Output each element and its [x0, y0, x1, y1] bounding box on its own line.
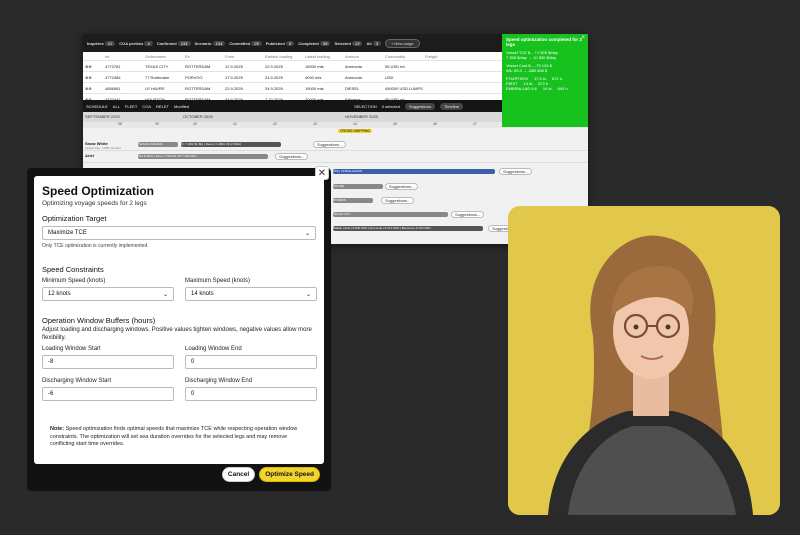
suggestions-button[interactable]: Suggestions... — [313, 141, 347, 148]
suggestions-button[interactable]: Suggestions... — [275, 153, 309, 160]
cross-shipping-tag[interactable]: CROSS SHIPPING — [338, 129, 373, 133]
optimization-target-select[interactable]: Maximize TCE ⌄ — [42, 226, 316, 240]
target-hint: Only TCE optimization is currently imple… — [42, 243, 149, 249]
min-speed-select[interactable]: 12 knots ⌄ — [42, 287, 174, 301]
chevron-down-icon: ⌄ — [162, 291, 168, 298]
dialog-title: Speed Optimization — [42, 184, 155, 198]
table-row[interactable]: ⊗⊗ 4772781 TEXAS CITY ROTTERDAM 12.9.2025 22… — [83, 61, 503, 72]
suggestions-button[interactable]: Suggestions... — [499, 168, 533, 175]
note-text: Note: Speed optimization finds optimal s… — [50, 426, 298, 447]
cancel-button[interactable]: Cancel — [221, 467, 256, 482]
table-header: Int Ordercases Ex From Earliest loading … — [83, 52, 503, 61]
portrait-photo — [508, 206, 780, 515]
voyage-bar[interactable]: TEXAS | DAKARA — [138, 142, 178, 147]
filter-confirmed[interactable]: Confirmed 234 — [157, 40, 191, 46]
chevron-down-icon: ⌄ — [304, 230, 310, 237]
table-row[interactable]: ⊗⊗ 4856961 LE HAVRE ROTTERDAM 22.9.2025 24.9… — [83, 83, 503, 94]
suggestions-dropdown[interactable]: Suggestions — [404, 102, 435, 110]
schedule-filter-modified[interactable]: Modified — [174, 104, 189, 109]
schedule-label: SCHEDULE — [86, 103, 108, 109]
voyage-bar[interactable]: ZTE | 10 BAILLADOS — [333, 169, 495, 174]
discharging-start-input[interactable]: -6 — [42, 387, 174, 401]
vessel-row: Ariel 164 $ (8bo) | Demo | TEXAS CITY 00… — [83, 152, 588, 163]
speed-optimization-dialog: Speed Optimization Optimizing voyage spe… — [34, 176, 324, 482]
max-speed-label: Maximum Speed (knots) — [185, 278, 251, 284]
schedule-filter-relet[interactable]: RELET — [156, 104, 169, 109]
buffers-description: Adjust loading and discharging windows. … — [42, 327, 312, 341]
schedule-filter-all[interactable]: ALL — [113, 104, 120, 109]
toast-title: Speed optimization completed for 2 legs — [506, 37, 583, 47]
loading-end-input[interactable]: 0 — [185, 355, 317, 369]
dialog-subtitle: Optimizing voyage speeds for 2 legs — [42, 200, 147, 207]
new-cargo-button[interactable]: + New cargo — [384, 38, 420, 48]
filter-inquiries[interactable]: Inquiries 12 — [87, 40, 116, 46]
max-speed-select[interactable]: 14 knots ⌄ — [185, 287, 317, 301]
voyage-bar[interactable]: 1 | 7 (201 $) (8L) | Demo | 1,000 | 23 (… — [181, 142, 281, 147]
discharging-end-input[interactable]: 0 — [185, 387, 317, 401]
voyage-bar[interactable]: TEXAS CITY — [333, 212, 448, 217]
suggestions-button[interactable]: Suggestions... — [451, 211, 485, 218]
voyage-bar[interactable]: Ballast | Acid | 8 000 NSU | Ammonia | 8… — [333, 226, 483, 231]
optimize-speed-button[interactable]: Optimize Speed — [259, 467, 320, 482]
dialog-actions: Cancel Optimize Speed — [221, 467, 320, 482]
voyage-bar[interactable]: CRUISE — [333, 184, 383, 189]
discharging-end-label: Discharging Window End — [185, 378, 253, 384]
filter-coa[interactable]: COA prelims 4 — [119, 40, 153, 46]
schedule-filter-fleet[interactable]: FLEET — [125, 104, 137, 109]
filter-selected[interactable]: Selected 13 — [334, 40, 363, 46]
close-icon[interactable]: × — [581, 35, 585, 41]
filter-all[interactable]: All 3 — [366, 40, 381, 46]
selected-count: 0 selected — [381, 103, 400, 109]
filter-published[interactable]: Published 8 — [266, 40, 295, 46]
discharging-start-label: Discharging Window Start — [42, 378, 112, 384]
portrait-illustration — [508, 206, 780, 515]
suggestions-button[interactable]: Suggestions... — [381, 197, 415, 204]
buffers-section-title: Operation Window Buffers (hours) — [42, 316, 156, 325]
loading-end-label: Loading Window End — [185, 346, 242, 352]
filter-completed[interactable]: Completed 56 — [298, 40, 331, 46]
suggestions-button[interactable]: Suggestions... — [385, 183, 419, 190]
filter-committed[interactable]: Committed 25 — [229, 40, 262, 46]
optimization-toast: × Speed optimization completed for 2 leg… — [502, 34, 588, 127]
cargo-table: Int Ordercases Ex From Earliest loading … — [83, 52, 503, 105]
schedule-filter-coa[interactable]: COA — [142, 104, 151, 109]
table-row[interactable]: ⊗⊗ 4772484 77 Rotterdam PORVOO 17.9.2025 24.… — [83, 72, 503, 83]
target-section-title: Optimization Target — [42, 214, 107, 223]
filter-scenario[interactable]: Scenario 134 — [195, 40, 226, 46]
voyage-bar[interactable]: 164 $ (8bo) | Demo | TEXAS CITY 000 NSU — [138, 154, 268, 159]
constraints-section-title: Speed Constraints — [42, 265, 104, 274]
vessel-row: Snow White Vessel size, 7,965 m3 fleet T… — [83, 140, 588, 151]
chevron-down-icon: ⌄ — [305, 291, 311, 298]
selection-label: SELECTION — [354, 103, 377, 109]
timeline-dropdown[interactable]: Timeline — [440, 102, 463, 110]
voyage-bar[interactable]: STORMS — [333, 198, 373, 203]
loading-start-label: Loading Window Start — [42, 346, 101, 352]
min-speed-label: Minimum Speed (knots) — [42, 278, 106, 284]
loading-start-input[interactable]: -8 — [42, 355, 174, 369]
